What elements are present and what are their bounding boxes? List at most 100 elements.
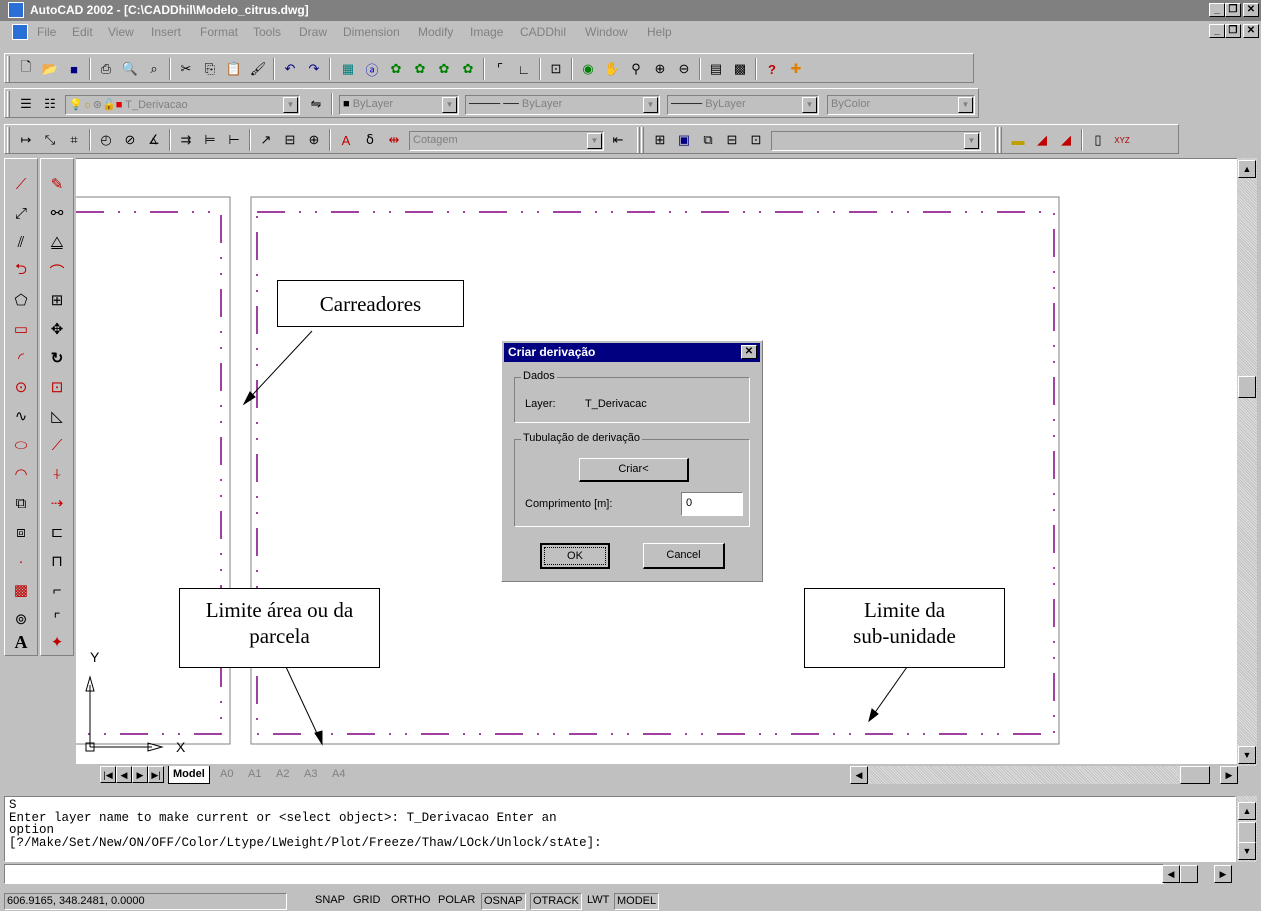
extend-icon[interactable]: ⇢: [44, 490, 70, 516]
rectangle-icon[interactable]: ▭: [8, 316, 34, 342]
linetype-combo[interactable]: ──── ── ByLayer ▼: [465, 95, 660, 115]
point-icon[interactable]: ·: [8, 548, 34, 574]
caddhil-tool-2-icon[interactable]: ◢: [1031, 129, 1053, 151]
insert-block-icon[interactable]: ⧉: [8, 490, 34, 516]
adcenter-icon[interactable]: ▩: [729, 58, 751, 80]
menu-caddhil[interactable]: CADDhil: [520, 25, 566, 39]
polygon-icon[interactable]: ⬠: [8, 287, 34, 313]
menu-image[interactable]: Image: [470, 25, 503, 39]
addin-icon[interactable]: ✚: [785, 58, 807, 80]
doc-close-button[interactable]: ✕: [1243, 24, 1259, 38]
lengthen-icon[interactable]: ⟋: [44, 432, 70, 458]
scroll-thumb[interactable]: [1238, 376, 1256, 398]
ellipse-icon[interactable]: ⬭: [8, 432, 34, 458]
dropdown-arrow-icon[interactable]: ▼: [643, 97, 658, 113]
toolbar-grip[interactable]: [7, 127, 10, 153]
grid-toggle[interactable]: GRID: [351, 893, 383, 910]
dimension-update-icon[interactable]: ⇹: [383, 129, 405, 151]
close-button[interactable]: ✕: [1243, 3, 1259, 17]
ortho-toggle[interactable]: ORTHO: [389, 893, 433, 910]
dropdown-arrow-icon[interactable]: ▼: [442, 97, 457, 113]
named-views-icon[interactable]: ⊡: [545, 58, 567, 80]
autocad-app-icon[interactable]: [8, 2, 24, 18]
ok-button[interactable]: OK: [540, 543, 610, 569]
dimension-style-icon[interactable]: ⇤: [607, 129, 629, 151]
viewports-icon[interactable]: ⊞: [649, 129, 671, 151]
osnap-toggle[interactable]: OSNAP: [481, 893, 526, 910]
menu-insert[interactable]: Insert: [151, 25, 181, 39]
tolerance-icon[interactable]: ⊟: [279, 129, 301, 151]
angular-dimension-icon[interactable]: ∡: [143, 129, 165, 151]
dropdown-arrow-icon[interactable]: ▼: [958, 97, 973, 113]
doc-restore-button[interactable]: ❐: [1225, 24, 1241, 38]
diameter-dimension-icon[interactable]: ⊘: [119, 129, 141, 151]
offset-icon[interactable]: ⌒: [44, 258, 70, 284]
scroll-right-icon[interactable]: ▶: [1220, 766, 1238, 784]
baseline-dimension-icon[interactable]: ⊨: [199, 129, 221, 151]
caddhil-tool-1-icon[interactable]: ▬: [1007, 129, 1029, 151]
multiline-text-icon[interactable]: A: [8, 629, 34, 655]
convert-viewport-icon[interactable]: ⊟: [721, 129, 743, 151]
hatch-icon[interactable]: ▩: [8, 577, 34, 603]
vertical-scrollbar[interactable]: ▲ ▼: [1237, 158, 1257, 766]
leader-icon[interactable]: ↗: [255, 129, 277, 151]
next-tab-icon[interactable]: ▶: [132, 766, 148, 783]
tab-a0[interactable]: A0: [216, 766, 237, 784]
make-current-layer-icon[interactable]: ☷: [39, 93, 61, 115]
clip-viewport-icon[interactable]: ⊡: [745, 129, 767, 151]
tab-a1[interactable]: A1: [244, 766, 265, 784]
snap-toggle[interactable]: SNAP: [313, 893, 347, 910]
chamfer-icon[interactable]: ⌐: [44, 577, 70, 603]
scroll-left-icon[interactable]: ◀: [850, 766, 868, 784]
caddhil-tool-4-icon[interactable]: ▯: [1087, 129, 1109, 151]
tab-a2[interactable]: A2: [272, 766, 293, 784]
dropdown-arrow-icon[interactable]: ▼: [587, 133, 602, 149]
web-icon-4[interactable]: ✿: [457, 58, 479, 80]
break-icon[interactable]: ⊏: [44, 519, 70, 545]
circle-icon[interactable]: ⊙: [8, 374, 34, 400]
cmd-scroll-up-icon[interactable]: ▲: [1238, 802, 1256, 820]
menu-edit[interactable]: Edit: [72, 25, 93, 39]
toolbar-grip[interactable]: [7, 56, 10, 82]
command-input[interactable]: [4, 864, 1164, 884]
menu-tools[interactable]: Tools: [253, 25, 281, 39]
dropdown-arrow-icon[interactable]: ▼: [283, 97, 298, 113]
copy-object-icon[interactable]: ⚯: [44, 200, 70, 226]
cmd-h-scroll-thumb[interactable]: [1180, 865, 1198, 883]
layers-icon[interactable]: ☰: [15, 93, 37, 115]
continue-dimension-icon[interactable]: ⊢: [223, 129, 245, 151]
lineweight-combo[interactable]: ──── ByLayer ▼: [667, 95, 819, 115]
ucs-icon[interactable]: ∟: [513, 58, 535, 80]
doc-minimize-button[interactable]: _: [1209, 24, 1225, 38]
cmd-h-scroll-left-icon[interactable]: ◀: [1162, 865, 1180, 883]
viewport-scale-combo[interactable]: ▼: [771, 131, 981, 151]
cut-icon[interactable]: ✂: [175, 58, 197, 80]
pan-realtime-icon[interactable]: ✋: [601, 58, 623, 80]
criar-button[interactable]: Criar<: [579, 458, 689, 482]
web-icon-2[interactable]: ✿: [409, 58, 431, 80]
polar-toggle[interactable]: POLAR: [436, 893, 477, 910]
document-icon[interactable]: [12, 24, 28, 40]
cmd-h-scroll-right-icon[interactable]: ▶: [1214, 865, 1232, 883]
drawing-canvas[interactable]: Y X Carreadores Limite área ou da parcel…: [76, 158, 1237, 764]
construction-line-icon[interactable]: ⤢: [8, 200, 34, 226]
hyperlink-icon[interactable]: ⓐ: [361, 58, 383, 80]
prev-tab-icon[interactable]: ◀: [116, 766, 132, 783]
menu-view[interactable]: View: [108, 25, 134, 39]
stretch-icon[interactable]: ◺: [44, 403, 70, 429]
polygonal-viewport-icon[interactable]: ⧉: [697, 129, 719, 151]
scale-icon[interactable]: ⊡: [44, 374, 70, 400]
find-replace-icon[interactable]: ⌕: [143, 58, 165, 80]
multiline-icon[interactable]: ⫽: [8, 229, 34, 255]
menu-file[interactable]: File: [37, 25, 56, 39]
zoom-window-icon[interactable]: ⊕: [649, 58, 671, 80]
menu-dimension[interactable]: Dimension: [343, 25, 400, 39]
dimstyle-combo[interactable]: Cotagem ▼: [409, 131, 604, 151]
center-mark-icon[interactable]: ⊕: [303, 129, 325, 151]
web-icon-3[interactable]: ✿: [433, 58, 455, 80]
layer-previous-icon[interactable]: ⇋: [305, 93, 327, 115]
spline-icon[interactable]: ∿: [8, 403, 34, 429]
match-properties-icon[interactable]: 🖌: [247, 58, 269, 80]
scroll-down-icon[interactable]: ▼: [1238, 746, 1256, 764]
line-icon[interactable]: ⟋: [8, 171, 34, 197]
